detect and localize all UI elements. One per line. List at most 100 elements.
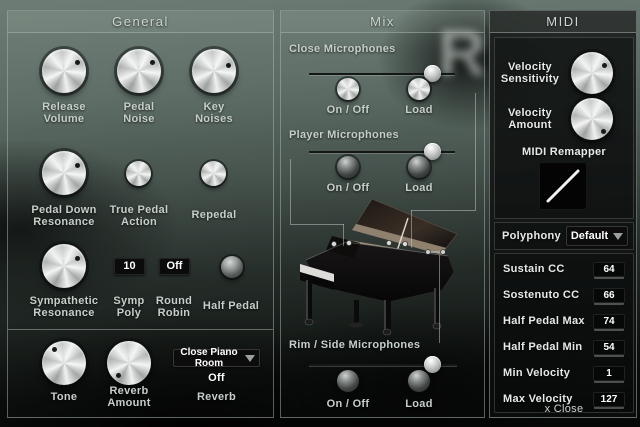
cc-row-label: Half Pedal Max [503, 315, 585, 327]
knob-indicator-dot [75, 256, 80, 261]
velocity-sensitivity-label: VelocitySensitivity [494, 61, 566, 85]
midi-remapper-curve[interactable] [539, 162, 587, 210]
repedal-label: Repedal [169, 209, 259, 221]
general-header: General [8, 11, 273, 33]
general-panel: General ReleaseVolume PedalNoise KeyNois… [7, 10, 274, 418]
cc-row-sustain: Sustain CC 64 [495, 256, 633, 282]
close-mics-connector-line [411, 210, 412, 248]
player-mics-connector-line [290, 224, 344, 225]
cc-row-sostenuto: Sostenuto CC 66 [495, 282, 633, 308]
knob-indicator-dot [150, 60, 155, 65]
midi-remapper-label: MIDI Remapper [494, 146, 634, 158]
mix-header: Mix [281, 11, 484, 33]
close-mics-load-label: Load [384, 104, 454, 116]
close-mics-connector-line [475, 93, 476, 210]
knob-indicator-dot [116, 373, 121, 378]
rim-mics-on-off-knob[interactable] [337, 370, 359, 392]
knob-indicator-dot [75, 163, 80, 168]
polyphony-label: Polyphony [502, 230, 566, 242]
slider-handle[interactable] [424, 143, 441, 160]
knob-indicator-dot [75, 60, 80, 65]
knob-indicator-dot [52, 347, 57, 352]
reverb-status: Off [173, 372, 260, 384]
true-pedal-action-knob[interactable] [126, 161, 151, 186]
mic-marker [402, 241, 407, 246]
half-pedal-label: Half Pedal [193, 300, 269, 312]
sympathetic-resonance-knob[interactable] [42, 244, 86, 288]
midi-cc-box: Sustain CC 64 Sostenuto CC 66 Half Pedal… [494, 253, 634, 413]
close-mics-load-knob[interactable] [408, 78, 430, 100]
velocity-amount-label: VelocityAmount [494, 107, 566, 131]
velocity-amount-knob[interactable] [571, 98, 613, 140]
polyphony-dropdown[interactable]: Default [566, 226, 628, 246]
close-mics-on-off-label: On / Off [313, 104, 383, 116]
reverb-amount-label: ReverbAmount [89, 385, 169, 409]
player-mics-label: Player Microphones [289, 129, 459, 141]
mic-marker [441, 250, 446, 255]
general-divider [8, 329, 273, 330]
midi-header: MIDI [490, 11, 636, 33]
pedal-noise-knob[interactable] [117, 49, 161, 93]
reverb-amount-knob[interactable] [107, 341, 151, 385]
cc-row-value[interactable]: 66 [593, 288, 625, 303]
plugin-window: R General ReleaseVolume PedalNoise KeyNo… [0, 0, 640, 427]
chevron-down-icon [245, 355, 255, 362]
polyphony-value: Default [566, 230, 613, 242]
reverb-type-dropdown[interactable]: Close Piano Room [173, 349, 260, 367]
velocity-sensitivity-knob[interactable] [571, 52, 613, 94]
symp-poly-value[interactable]: 10 [114, 258, 145, 275]
cc-row-value[interactable]: 54 [593, 340, 625, 355]
rim-mics-load-knob[interactable] [408, 370, 430, 392]
close-mics-on-off-knob[interactable] [337, 78, 359, 100]
repedal-knob[interactable] [201, 161, 226, 186]
slider-handle[interactable] [424, 65, 441, 82]
mic-marker [331, 241, 336, 246]
knob-indicator-dot [602, 63, 607, 68]
cc-row-label: Sostenuto CC [503, 289, 579, 301]
grand-piano-image [296, 196, 471, 336]
tone-knob[interactable] [42, 341, 86, 385]
round-robin-value[interactable]: Off [159, 258, 190, 275]
chevron-down-icon [613, 233, 623, 240]
pedal-noise-label: PedalNoise [99, 101, 179, 125]
pedal-down-resonance-knob[interactable] [42, 151, 86, 195]
player-mics-load-knob[interactable] [408, 156, 430, 178]
player-mics-level-slider[interactable] [309, 144, 455, 160]
rim-mics-connector-line [439, 255, 440, 343]
rim-mics-load-label: Load [384, 398, 454, 410]
player-mics-connector-line [290, 159, 291, 224]
half-pedal-knob[interactable] [221, 256, 243, 278]
general-title: General [112, 14, 169, 29]
key-noises-knob[interactable] [192, 49, 236, 93]
rim-mics-on-off-label: On / Off [313, 398, 383, 410]
slider-handle[interactable] [424, 356, 441, 373]
remapper-curve-line [539, 162, 587, 210]
midi-panel: MIDI VelocitySensitivity VelocityAmount … [489, 10, 637, 418]
cc-row-value[interactable]: 64 [593, 262, 625, 277]
cc-row-value[interactable]: 1 [593, 366, 625, 381]
mix-title: Mix [370, 14, 395, 29]
midi-title: MIDI [546, 14, 579, 29]
mic-marker [346, 240, 351, 245]
cc-row-min-velocity: Min Velocity 1 [495, 360, 633, 386]
knob-indicator-dot [601, 129, 606, 134]
close-panel-button[interactable]: x Close [490, 403, 638, 417]
close-mics-level-slider[interactable] [309, 66, 455, 82]
release-volume-label: ReleaseVolume [24, 101, 104, 125]
cc-row-label: Sustain CC [503, 263, 565, 275]
key-noises-label: KeyNoises [174, 101, 254, 125]
reverb-type-value: Close Piano Room [173, 347, 245, 369]
rim-mics-level-slider[interactable] [309, 357, 457, 373]
player-mics-on-off-knob[interactable] [337, 156, 359, 178]
player-mics-on-off-label: On / Off [313, 182, 383, 194]
mic-marker [386, 240, 391, 245]
rim-mics-label: Rim / Side Microphones [289, 339, 479, 351]
player-mics-load-label: Load [384, 182, 454, 194]
cc-row-value[interactable]: 74 [593, 314, 625, 329]
release-volume-knob[interactable] [42, 49, 86, 93]
cc-row-half-pedal-max: Half Pedal Max 74 [495, 308, 633, 334]
cc-row-half-pedal-min: Half Pedal Min 54 [495, 334, 633, 360]
close-mics-connector-line [411, 210, 476, 211]
mix-panel: Mix Close Microphones On / Off Load Play… [280, 10, 485, 418]
cc-row-label: Min Velocity [503, 367, 570, 379]
